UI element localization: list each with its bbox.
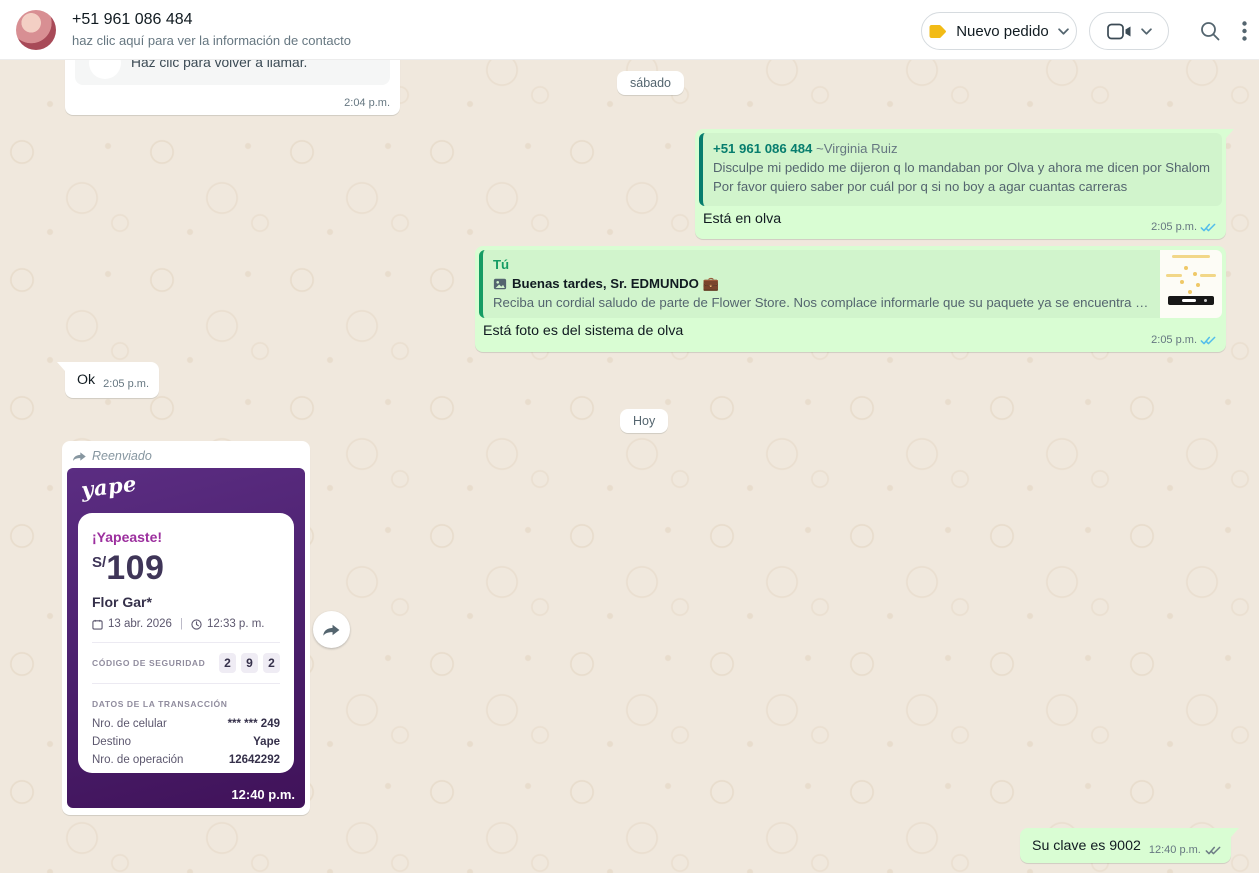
quote-text: Reciba un cordial saludo de parte de Flo… [493,293,1150,312]
quote-sender-suffix: ~Virginia Ruiz [816,141,898,156]
transaction-row: Nro. de operación 12642292 [92,754,280,766]
contact-info-button[interactable]: +51 961 086 484 haz clic aquí para ver l… [72,9,351,50]
forward-message-button[interactable] [313,611,350,648]
quote-thumbnail [1160,250,1222,318]
forward-icon [322,623,341,637]
new-order-button[interactable]: Nuevo pedido [921,12,1077,50]
transaction-row: Nro. de celular *** *** 249 [92,718,280,730]
search-icon [1199,20,1221,42]
yape-receipt-card: ¡Yapeaste! S/109 Flor Gar* 13 abr. 2026 … [78,513,294,773]
label-tag-icon [929,24,947,39]
outgoing-message-key: Su clave es 9002 12:40 p.m. [1020,828,1231,863]
security-code-row: CÓDIGO DE SEGURIDAD 2 9 2 [92,653,280,673]
double-check-read-icon [1200,335,1216,346]
receipt-payee: Flor Gar* [92,594,280,610]
whatsapp-chat-window: Haz clic para volver a llamar. 2:04 p.m.… [0,0,1259,873]
quote-sender-name: +51 961 086 484 [713,141,812,156]
calendar-icon [92,619,103,630]
message-time: 12:40 p.m. [1149,844,1201,856]
quote-text: Disculpe mi pedido me dijeron q lo manda… [713,158,1212,196]
receipt-amount: S/109 [92,549,280,588]
photo-icon [493,277,507,291]
image-message-time: 12:40 p.m. [231,787,295,802]
contact-avatar[interactable] [16,10,56,50]
forwarded-icon [72,451,87,462]
transaction-row: Destino Yape [92,736,280,748]
quote-title: Buenas tardes, Sr. EDMUNDO 💼 [512,274,719,293]
video-call-button[interactable] [1089,12,1169,50]
double-check-read-icon [1200,222,1216,233]
message-text: Su clave es 9002 [1032,837,1141,856]
new-order-label: Nuevo pedido [956,23,1049,40]
outgoing-message-1: +51 961 086 484 ~Virginia Ruiz Disculpe … [695,129,1226,239]
double-check-delivered-icon [1205,845,1221,856]
chevron-down-icon [1058,28,1069,35]
yape-receipt-image[interactable]: yape ¡Yapeaste! S/109 Flor Gar* 13 abr. … [67,468,305,808]
message-text: Está en olva [703,210,1218,229]
message-time: 2:05 p.m. [1151,221,1197,233]
forwarded-image-message: Reenviado yape ¡Yapeaste! S/109 Flor Gar… [62,441,310,815]
message-time: 2:05 p.m. [103,378,149,390]
date-divider-saturday: sábado [617,71,684,95]
yape-logo: yape [80,471,138,503]
forwarded-label: Reenviado [92,449,152,463]
date-divider-today: Hoy [620,409,668,433]
contact-subtitle: haz clic aquí para ver la información de… [72,32,351,50]
contact-title: +51 961 086 484 [72,9,351,31]
search-button[interactable] [1197,18,1223,44]
receipt-title: ¡Yapeaste! [92,529,280,545]
receipt-datetime: 13 abr. 2026 | 12:33 p. m. [92,618,280,630]
menu-button[interactable] [1231,18,1257,44]
outgoing-message-2: Tú Buenas tardes, Sr. EDMUNDO 💼 Reciba u… [475,246,1226,352]
quoted-message[interactable]: +51 961 086 484 ~Virginia Ruiz Disculpe … [699,133,1222,206]
security-code-label: CÓDIGO DE SEGURIDAD [92,658,205,668]
message-text: Ok [77,371,95,390]
security-code-digits: 2 9 2 [219,653,280,673]
chevron-down-icon [1141,28,1152,35]
kebab-menu-icon [1242,21,1247,41]
transaction-data-label: DATOS DE LA TRANSACCIÓN [92,699,227,709]
video-call-icon [1107,23,1132,40]
message-time: 2:05 p.m. [1151,334,1197,346]
quote-sender-name: Tú [493,257,509,272]
clock-icon [191,619,202,630]
message-text: Está foto es del sistema de olva [483,322,1218,341]
incoming-message-ok: Ok 2:05 p.m. [65,362,159,398]
message-time: 2:04 p.m. [344,97,390,109]
quoted-message[interactable]: Tú Buenas tardes, Sr. EDMUNDO 💼 Reciba u… [479,250,1222,318]
chat-header: +51 961 086 484 haz clic aquí para ver l… [0,0,1259,60]
